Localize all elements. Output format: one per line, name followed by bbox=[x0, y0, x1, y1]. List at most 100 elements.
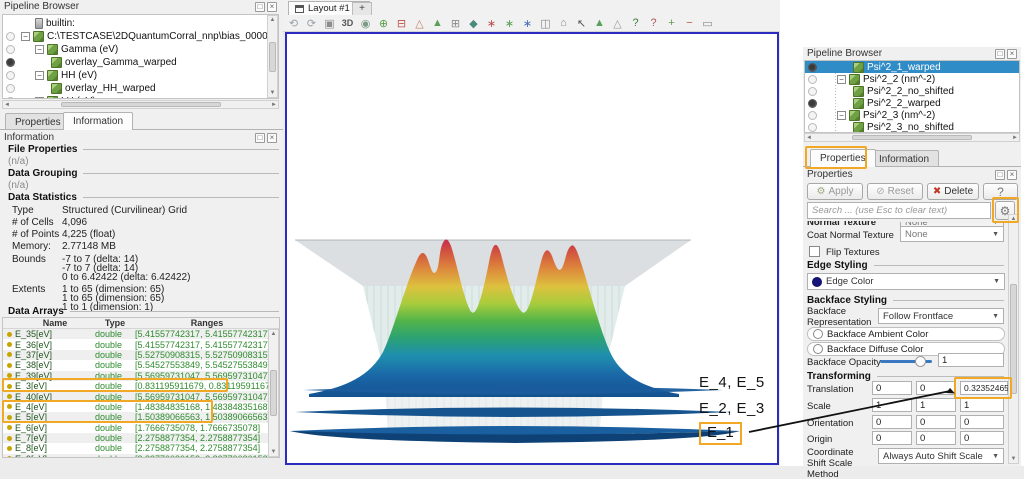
origin-z-field[interactable]: 0 bbox=[960, 431, 1004, 445]
visibility-eye-icon[interactable] bbox=[808, 87, 817, 96]
left-tree-hscrollbar[interactable]: ◄ ► bbox=[2, 100, 279, 109]
close-panel-icon[interactable]: × bbox=[267, 133, 277, 143]
query-cells-icon[interactable]: ? bbox=[628, 16, 643, 31]
delete-button[interactable]: ✖Delete bbox=[927, 183, 979, 200]
grow-selection-icon[interactable]: + bbox=[664, 16, 679, 31]
tab-information-left[interactable]: Information bbox=[63, 112, 133, 130]
data-arrays-table[interactable]: Name Type Ranges E_35[eV] double [5.4155… bbox=[2, 317, 280, 458]
backface-opacity-slider[interactable] bbox=[880, 354, 932, 368]
E_39[eV][interactable]: E_39[eV] double [5.56959731047, 5.569597… bbox=[3, 371, 279, 381]
pipeline-item[interactable]: − LH (eV) bbox=[3, 95, 278, 99]
visibility-eye-icon[interactable] bbox=[6, 84, 15, 93]
capture-screenshot-icon[interactable]: ▣ bbox=[322, 16, 337, 31]
zoom-magnifier-icon[interactable]: ◉ bbox=[358, 16, 373, 31]
pipeline-item[interactable]: − Psi^2_3 (nm^-2) bbox=[805, 109, 1019, 121]
tab-properties-right[interactable]: Properties bbox=[810, 149, 876, 167]
close-panel-icon[interactable]: × bbox=[1007, 170, 1017, 180]
clear-selection-icon[interactable]: ▭ bbox=[700, 16, 715, 31]
close-panel-icon[interactable]: × bbox=[1007, 49, 1017, 59]
orientation-z-field[interactable]: 0 bbox=[960, 415, 1004, 429]
translation-z-field[interactable]: 0.323524651 bbox=[960, 381, 1008, 395]
visibility-eye-icon[interactable] bbox=[808, 75, 817, 84]
tab-properties-left[interactable]: Properties bbox=[5, 113, 71, 130]
pipeline-item[interactable]: − overlay_Gamma_warped bbox=[3, 56, 278, 69]
orientation-y-field[interactable]: 0 bbox=[916, 415, 956, 429]
help-button[interactable]: ? bbox=[983, 183, 1018, 200]
scale-y-field[interactable]: 1 bbox=[916, 398, 956, 412]
orientation-x-field[interactable]: 0 bbox=[872, 415, 912, 429]
slider-knob[interactable] bbox=[915, 356, 926, 367]
visibility-eye-icon[interactable] bbox=[808, 99, 817, 108]
E_9[eV][interactable]: E_9[eV] double [2.82770080152, 2.8277008… bbox=[3, 454, 279, 458]
pipeline-item[interactable]: − Psi^2_2_warped bbox=[805, 97, 1019, 109]
backface-ambient-color-button[interactable]: Backface Ambient Color bbox=[807, 327, 1005, 341]
pipeline-item[interactable]: − builtin: bbox=[3, 17, 278, 30]
right-tree-hscrollbar[interactable]: ◄ ► bbox=[804, 133, 1020, 142]
pipeline-item[interactable]: − Psi^2_2 (nm^-2) bbox=[805, 73, 1019, 85]
E_7[eV][interactable]: E_7[eV] double [2.2758877354, 2.27588773… bbox=[3, 433, 279, 443]
visibility-eye-icon[interactable] bbox=[808, 111, 817, 120]
expander-icon[interactable]: − bbox=[837, 75, 846, 84]
flip-textures-checkbox[interactable] bbox=[809, 246, 820, 257]
left-tree-vscrollbar[interactable]: ▲ ▼ bbox=[267, 15, 278, 98]
E_8[eV][interactable]: E_8[eV] double [2.2758877354, 2.27588773… bbox=[3, 443, 279, 453]
pipeline-item[interactable]: − Psi^2_3_no_shifted bbox=[805, 121, 1019, 133]
visibility-eye-icon[interactable] bbox=[6, 71, 15, 80]
visibility-eye-icon[interactable] bbox=[6, 97, 15, 99]
rubber-band-select-icon[interactable]: ▲ bbox=[430, 16, 445, 31]
translation-y-field[interactable]: 0 bbox=[916, 381, 956, 395]
expander-icon[interactable]: − bbox=[35, 97, 44, 99]
E_38[eV][interactable]: E_38[eV] double [5.54527553849, 5.545275… bbox=[3, 360, 279, 370]
origin-y-field[interactable]: 0 bbox=[916, 431, 956, 445]
pipeline-item[interactable]: − overlay_HH_warped bbox=[3, 82, 278, 95]
float-panel-icon[interactable]: □ bbox=[995, 170, 1005, 180]
pipeline-item[interactable]: − HH (eV) bbox=[3, 69, 278, 82]
apply-button[interactable]: ⚙Apply bbox=[807, 183, 863, 200]
edge-color-dropdown[interactable]: Edge Color▼ bbox=[807, 273, 1005, 290]
coat-normal-texture-dropdown[interactable]: None▼ bbox=[900, 226, 1004, 242]
backface-opacity-value[interactable]: 1 bbox=[938, 353, 1004, 367]
E_6[eV][interactable]: E_6[eV] double [1.7666735078, 1.76667350… bbox=[3, 423, 279, 433]
E_35[eV][interactable]: E_35[eV] double [5.41557742317, 5.415577… bbox=[3, 329, 279, 339]
camera-redo-icon[interactable]: ⟳ bbox=[304, 16, 319, 31]
E_4[eV][interactable]: E_4[eV] double [1.48384835168, 1.4838483… bbox=[3, 402, 279, 412]
E_36[eV][interactable]: E_36[eV] double [5.41557742317, 5.415577… bbox=[3, 339, 279, 349]
properties-vscrollbar[interactable]: ▲ ▼ bbox=[1008, 214, 1019, 464]
visibility-eye-icon[interactable] bbox=[808, 123, 817, 132]
visibility-eye-icon[interactable] bbox=[808, 63, 817, 72]
left-pipeline-tree[interactable]: − builtin: − C:\TESTCASE\2DQuantumCorral… bbox=[2, 14, 279, 99]
pipeline-item[interactable]: − Psi^2_2_no_shifted bbox=[805, 85, 1019, 97]
visibility-eye-icon[interactable] bbox=[6, 32, 15, 41]
E_37[eV][interactable]: E_37[eV] double [5.52750908315, 5.527509… bbox=[3, 350, 279, 360]
shrink-selection-icon[interactable]: − bbox=[682, 16, 697, 31]
reset-camera-closest-icon[interactable]: △ bbox=[412, 16, 427, 31]
close-panel-icon[interactable]: × bbox=[267, 2, 277, 12]
query-points-icon[interactable]: ? bbox=[646, 16, 661, 31]
visibility-eye-icon[interactable] bbox=[6, 45, 15, 54]
hover-cells-icon[interactable]: △ bbox=[610, 16, 625, 31]
float-panel-icon[interactable]: □ bbox=[995, 49, 1005, 59]
pointer-icon[interactable]: ↖ bbox=[574, 16, 589, 31]
coordinate-shift-dropdown[interactable]: Always Auto Shift Scale▼ bbox=[878, 448, 1004, 464]
backface-representation-dropdown[interactable]: Follow Frontface▼ bbox=[878, 308, 1004, 324]
new-layout-tab[interactable]: + bbox=[352, 2, 372, 15]
search-input[interactable]: Search ... (use Esc to clear text) bbox=[807, 202, 991, 219]
pipeline-item[interactable]: − Psi^2_1_warped bbox=[805, 61, 1019, 73]
scale-z-field[interactable]: 1 bbox=[960, 398, 1004, 412]
select-block-icon[interactable]: ◆ bbox=[466, 16, 481, 31]
right-pipeline-tree[interactable]: − Psi^2_1_warped − Psi^2_2 (nm^-2) − Psi… bbox=[804, 60, 1020, 133]
interactive-select-cells-icon[interactable]: ∗ bbox=[520, 16, 535, 31]
select-points-through-icon[interactable]: ∗ bbox=[502, 16, 517, 31]
scale-x-field[interactable]: 1 bbox=[872, 398, 912, 412]
origin-x-field[interactable]: 0 bbox=[872, 431, 912, 445]
select-frustum-icon[interactable]: ◫ bbox=[538, 16, 553, 31]
expander-icon[interactable]: − bbox=[837, 111, 846, 120]
E_3[eV][interactable]: E_3[eV] double [0.831195911679, 0.831195… bbox=[3, 381, 279, 391]
visibility-eye-icon[interactable] bbox=[6, 58, 15, 67]
zoom-to-data-icon[interactable]: ⊟ bbox=[394, 16, 409, 31]
camera-home-icon[interactable]: ⌂ bbox=[556, 16, 571, 31]
interactive-select-points-icon[interactable]: ▲ bbox=[592, 16, 607, 31]
expander-icon[interactable]: − bbox=[35, 71, 44, 80]
float-panel-icon[interactable]: □ bbox=[255, 133, 265, 143]
toggle-2d-3d-icon[interactable]: 3D bbox=[340, 16, 355, 31]
